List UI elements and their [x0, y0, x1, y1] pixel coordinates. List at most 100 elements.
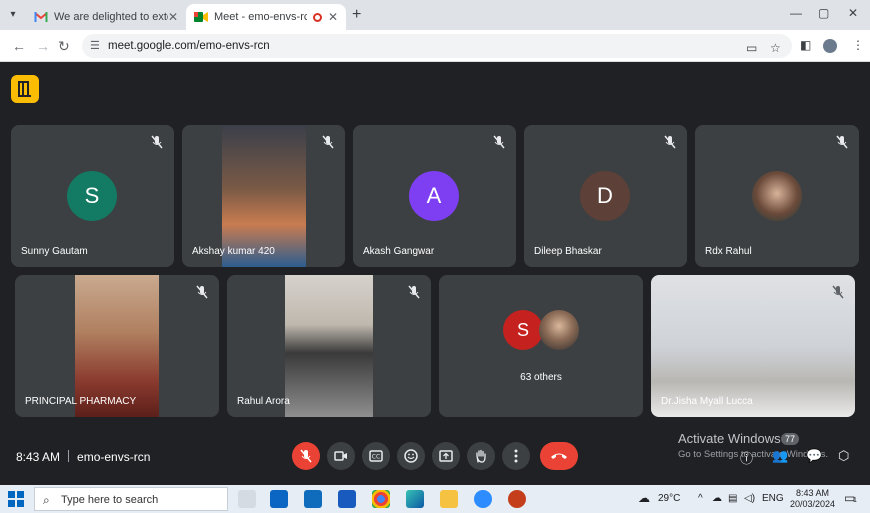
activities-icon[interactable]: ⬡: [838, 448, 849, 464]
camera-in-use-icon[interactable]: ▭: [746, 41, 757, 55]
mic-off-icon: [408, 285, 420, 299]
search-placeholder: Type here to search: [61, 494, 159, 506]
minimize-icon[interactable]: —: [790, 6, 802, 20]
more-menu-icon[interactable]: ⋮: [852, 38, 864, 52]
participant-name: Sunny Gautam: [21, 246, 88, 257]
mic-toggle-button[interactable]: [292, 442, 320, 470]
volume-icon[interactable]: ◁): [744, 493, 755, 504]
profile-avatar[interactable]: [823, 39, 837, 53]
forward-icon[interactable]: →: [36, 38, 50, 54]
taskbar-clock[interactable]: 8:43 AM 20/03/2024: [790, 488, 835, 510]
taskbar-search[interactable]: ⌕ Type here to search: [34, 487, 228, 511]
participant-tile[interactable]: S Sunny Gautam: [11, 125, 174, 267]
browser-tab-bar: ▾ We are delighted to extend our ✕ Meet …: [0, 0, 870, 30]
clock-time: 8:43 AM: [796, 488, 830, 498]
participant-name: PRINCIPAL PHARMACY: [25, 396, 137, 407]
mic-off-icon: [832, 285, 844, 299]
windows-taskbar: ⌕ Type here to search ☁ 29°C ^ ☁ ▤ ◁) EN…: [0, 485, 870, 513]
mic-off-icon: [151, 135, 163, 149]
mic-off-icon: [322, 135, 334, 149]
task-view-icon[interactable]: [238, 490, 256, 508]
people-icon[interactable]: 👥: [772, 448, 788, 464]
bookmark-star-icon[interactable]: ☆: [770, 41, 781, 55]
new-tab-icon[interactable]: +: [352, 6, 361, 24]
participant-count-badge: 77: [781, 433, 800, 445]
recording-icon: [312, 12, 322, 22]
mic-off-icon: [664, 135, 676, 149]
clock-date: 20/03/2024: [790, 499, 836, 509]
participant-tile[interactable]: Akshay kumar 420: [182, 125, 345, 267]
close-tab-icon[interactable]: ✕: [168, 10, 178, 24]
captions-button[interactable]: CC: [362, 442, 390, 470]
weather-icon[interactable]: ☁: [638, 491, 650, 505]
tab-search-icon[interactable]: ▾: [4, 6, 22, 24]
participant-name: Akshay kumar 420: [192, 246, 275, 257]
onedrive-icon[interactable]: ☁: [712, 493, 722, 504]
site-info-icon[interactable]: ☰: [90, 39, 100, 52]
tab-meet[interactable]: Meet - emo-envs-rcn ✕: [186, 4, 346, 30]
side-panel-icon[interactable]: ◧: [800, 38, 811, 52]
others-label: 63 others: [520, 372, 562, 383]
participant-name: Dileep Bhaskar: [534, 246, 602, 257]
others-tile[interactable]: S 63 others: [439, 275, 643, 417]
camera-toggle-button[interactable]: [327, 442, 355, 470]
participant-tile[interactable]: Dr.Jisha Myall Lucca: [651, 275, 855, 417]
mic-off-icon: [836, 135, 848, 149]
participant-tile[interactable]: A Akash Gangwar: [353, 125, 516, 267]
info-icon[interactable]: ⓘ: [740, 448, 753, 467]
tab-title: Meet - emo-envs-rcn: [214, 11, 307, 23]
meeting-details: 8:43 AM emo-envs-rcn: [16, 450, 150, 464]
chat-icon[interactable]: 💬: [806, 448, 822, 464]
hand-icon: [476, 449, 486, 463]
tab-title: We are delighted to extend our: [54, 11, 168, 23]
network-icon[interactable]: ▤: [728, 493, 737, 504]
edge-icon[interactable]: [406, 490, 424, 508]
meet-logo: [11, 75, 39, 103]
file-explorer-icon[interactable]: [440, 490, 458, 508]
meeting-time: 8:43 AM: [16, 450, 61, 464]
zoom-icon[interactable]: [474, 490, 492, 508]
participant-name: Rdx Rahul: [705, 246, 752, 257]
back-icon[interactable]: ←: [12, 38, 26, 54]
powerpoint-icon[interactable]: [508, 490, 526, 508]
word-icon[interactable]: [338, 490, 356, 508]
weather-temp: 29°C: [658, 493, 681, 504]
avatar: [752, 171, 802, 221]
door-icon: [18, 81, 31, 97]
more-vert-icon: [514, 449, 518, 463]
close-tab-icon[interactable]: ✕: [328, 10, 338, 24]
captions-icon: CC: [369, 450, 383, 462]
participant-video: [285, 275, 373, 417]
avatar: S: [503, 310, 543, 350]
windows-start-icon[interactable]: [8, 491, 24, 507]
mail-icon[interactable]: [304, 490, 322, 508]
mic-off-icon: [493, 135, 505, 149]
omnibox[interactable]: ☰ meet.google.com/emo-envs-rcn ▭ ☆: [82, 34, 792, 58]
reactions-button[interactable]: [397, 442, 425, 470]
raise-hand-button[interactable]: [467, 442, 495, 470]
meet-stage: S Sunny Gautam Akshay kumar 420 A Akash …: [0, 62, 870, 485]
show-hidden-icons[interactable]: ^: [698, 493, 703, 504]
reload-icon[interactable]: ↻: [58, 38, 70, 55]
present-button[interactable]: [432, 442, 460, 470]
tab-gmail[interactable]: We are delighted to extend our ✕: [26, 4, 186, 30]
leave-call-button[interactable]: [540, 442, 578, 470]
divider: [68, 450, 70, 462]
camera-icon: [334, 451, 347, 461]
avatar: S: [67, 171, 117, 221]
participant-tile[interactable]: Rdx Rahul: [695, 125, 859, 267]
language-indicator[interactable]: ENG: [762, 493, 784, 504]
participant-tile[interactable]: PRINCIPAL PHARMACY: [15, 275, 219, 417]
participant-name: Rahul Arora: [237, 396, 290, 407]
avatar: D: [580, 171, 630, 221]
close-window-icon[interactable]: ✕: [848, 6, 858, 20]
url-text: meet.google.com/emo-envs-rcn: [108, 40, 270, 52]
chrome-icon[interactable]: [372, 490, 390, 508]
maximize-icon[interactable]: ▢: [818, 6, 829, 20]
more-options-button[interactable]: [502, 442, 530, 470]
store-icon[interactable]: [270, 490, 288, 508]
participant-tile[interactable]: D Dileep Bhaskar: [524, 125, 687, 267]
participant-tile[interactable]: Rahul Arora: [227, 275, 431, 417]
activate-windows-title: Activate Windows: [678, 431, 781, 446]
notification-count: 1: [853, 497, 857, 504]
